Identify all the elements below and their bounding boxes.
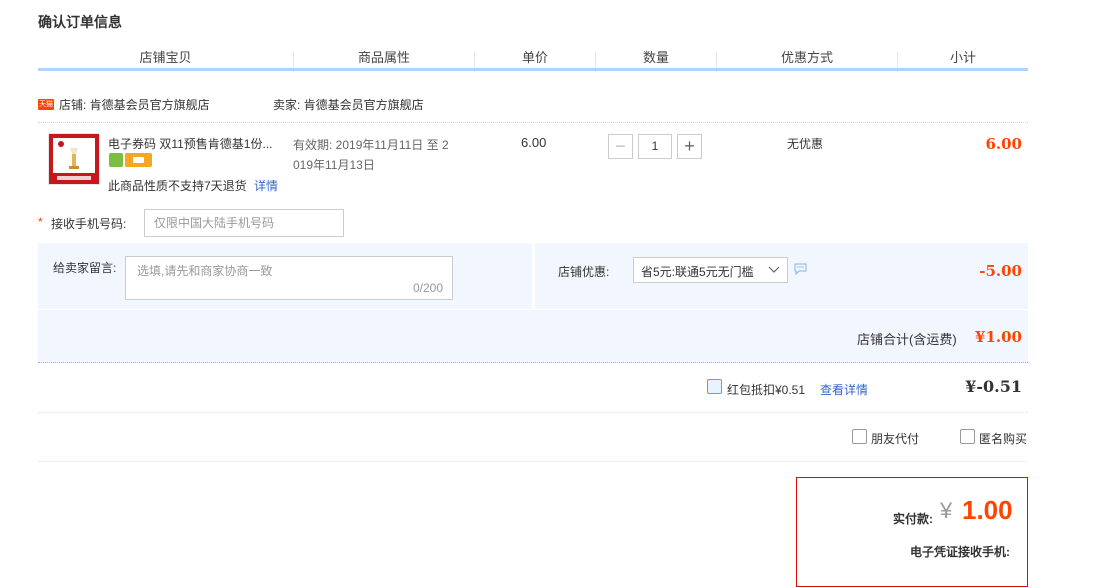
divider: [38, 461, 1028, 462]
message-textarea[interactable]: 选填,请先和商家协商一致 0/200: [125, 256, 453, 300]
message-placeholder: 选填,请先和商家协商一致: [137, 264, 273, 278]
quantity-increase-button[interactable]: +: [677, 134, 702, 159]
anonymous-purchase-label: 匿名购买: [979, 432, 1028, 446]
red-packet-detail-link[interactable]: 查看详情: [820, 381, 868, 398]
shop-name[interactable]: 店铺: 肯德基会员官方旗舰店: [59, 96, 210, 113]
header-underline: [38, 68, 1028, 71]
coupon-card-icon: [125, 153, 152, 167]
digital-goods-icon: [109, 153, 123, 167]
required-mark: *: [38, 215, 43, 229]
shop-coupon-select[interactable]: 省5元:联通5元无门槛: [633, 257, 788, 283]
red-packet-checkbox[interactable]: [707, 379, 722, 394]
item-subtotal: 6.00: [985, 135, 1022, 153]
message-label: 给卖家留言:: [53, 261, 117, 275]
product-name-link[interactable]: 电子券码 双11预售肯德基1份...: [108, 135, 272, 152]
shop-total-label: 店铺合计(含运费): [857, 332, 957, 347]
product-thumbnail[interactable]: [48, 133, 100, 185]
seller-name[interactable]: 卖家: 肯德基会员官方旗舰店: [273, 96, 424, 113]
no-return-note: 此商品性质不支持7天退货: [108, 179, 247, 193]
column-header-quantity: 数量: [642, 50, 669, 65]
red-packet-amount: ¥-0.51: [965, 377, 1022, 396]
unit-price: 6.00: [521, 135, 547, 150]
discount-method: 无优惠: [787, 137, 824, 151]
phone-input[interactable]: 仅限中国大陆手机号码: [144, 209, 344, 237]
payment-currency: ¥: [940, 498, 953, 523]
column-header-price: 单价: [521, 50, 548, 65]
divider: [38, 412, 1028, 413]
red-packet-label: 红包抵扣¥0.51: [727, 383, 806, 397]
detail-link[interactable]: 详情: [254, 179, 278, 193]
product-attributes: 有效期: 2019年11月11日 至 2 019年11月13日: [293, 135, 449, 175]
shop-total-amount: ¥1.00: [975, 328, 1022, 346]
column-header-subtotal: 小计: [949, 50, 976, 65]
chat-bubble-icon[interactable]: [794, 263, 807, 275]
shop-coupon-amount: -5.00: [979, 262, 1022, 280]
attr-line: 有效期: 2019年11月11日 至 2: [293, 138, 449, 152]
voucher-phone-label: 电子凭证接收手机:: [910, 545, 1010, 559]
tmall-badge-icon: 天猫: [38, 99, 54, 110]
phone-label: 接收手机号码:: [51, 217, 127, 231]
attr-line: 019年11月13日: [293, 158, 375, 172]
divider: [38, 122, 1028, 123]
column-header-discount: 优惠方式: [780, 50, 833, 65]
quantity-decrease-button[interactable]: −: [608, 134, 633, 159]
return-policy-text: 此商品性质不支持7天退货 详情: [108, 177, 278, 194]
column-header-item: 店铺宝贝: [139, 50, 192, 65]
payment-label: 实付款:: [893, 512, 933, 526]
page-title: 确认订单信息: [38, 14, 122, 30]
message-counter: 0/200: [412, 281, 443, 295]
payment-amount: 1.00: [962, 495, 1013, 525]
chevron-down-icon: [768, 266, 780, 273]
anonymous-purchase-checkbox[interactable]: [960, 429, 975, 444]
shop-coupon-selected: 省5元:联通5元无门槛: [641, 265, 754, 279]
column-header-attributes: 商品属性: [357, 50, 410, 65]
friend-pay-label: 朋友代付: [871, 432, 920, 446]
friend-pay-checkbox[interactable]: [852, 429, 867, 444]
quantity-input[interactable]: 1: [638, 134, 672, 159]
shop-coupon-label: 店铺优惠:: [558, 265, 610, 279]
